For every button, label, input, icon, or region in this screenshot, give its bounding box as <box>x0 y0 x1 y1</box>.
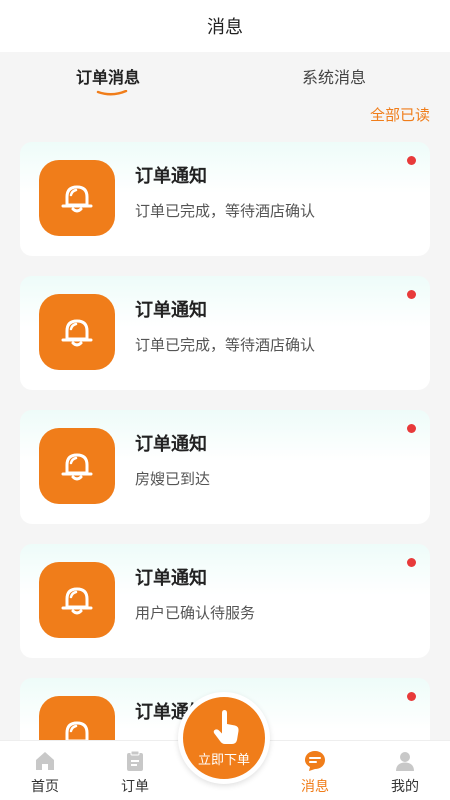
place-order-button[interactable]: 立即下单 <box>178 692 270 784</box>
unread-dot <box>407 290 416 299</box>
unread-dot <box>407 692 416 701</box>
tab-system-messages[interactable]: 系统消息 <box>302 64 366 88</box>
bell-icon <box>61 319 93 347</box>
notification-icon-box <box>39 696 115 740</box>
user-icon <box>396 752 414 771</box>
home-icon <box>36 752 54 770</box>
bell-icon <box>61 185 93 213</box>
notification-icon-box <box>39 562 115 638</box>
message-description: 订单已完成，等待酒店确认 <box>135 202 316 220</box>
tap-hand-icon <box>213 710 239 744</box>
tabbar-label: 首页 <box>31 779 59 795</box>
tabbar-item-home[interactable]: 首页 <box>10 741 80 800</box>
place-order-label: 立即下单 <box>197 753 250 768</box>
notification-icon-box <box>39 428 115 504</box>
message-title: 订单通知 <box>135 568 207 589</box>
unread-dot <box>407 156 416 165</box>
message-description: 用户已确认待服务 <box>135 604 256 622</box>
tabbar-item-orders[interactable]: 订单 <box>100 741 170 800</box>
message-title: 订单通知 <box>135 166 207 187</box>
message-description: 订单已完成，等待酒店确认 <box>135 336 316 354</box>
page-header: 消息 <box>0 0 450 52</box>
message-icon <box>305 751 325 771</box>
tabbar-label: 我的 <box>391 779 419 795</box>
message-tabs: 订单消息 系统消息 <box>0 52 450 98</box>
message-card[interactable]: 订单通知 订单已完成，等待酒店确认 <box>20 276 430 390</box>
tabbar-label: 订单 <box>121 779 149 795</box>
notification-icon-box <box>39 160 115 236</box>
bell-icon <box>61 453 93 481</box>
notification-icon-box <box>39 294 115 370</box>
unread-dot <box>407 424 416 433</box>
active-tab-indicator <box>96 90 128 96</box>
page-title: 消息 <box>207 17 243 38</box>
message-card[interactable]: 订单通知 订单已完成，等待酒店确认 <box>20 142 430 256</box>
bell-icon <box>65 721 89 740</box>
mark-all-read-button[interactable]: 全部已读 <box>370 104 430 125</box>
message-description: 房嫂已到达 <box>135 470 211 488</box>
message-list: 订单通知 订单已完成，等待酒店确认 订单通知 订单已完成，等待酒店确认 订单通知 <box>0 142 450 740</box>
message-title: 订单通知 <box>135 434 207 455</box>
message-card[interactable]: 订单通知 房嫂已到达 <box>20 410 430 524</box>
tab-order-messages[interactable]: 订单消息 <box>76 64 140 88</box>
message-title: 订单通知 <box>135 300 207 321</box>
clipboard-icon <box>127 750 143 771</box>
tabbar-item-messages[interactable]: 消息 <box>280 741 350 800</box>
tabbar-label: 消息 <box>301 779 329 795</box>
message-card[interactable]: 订单通知 用户已确认待服务 <box>20 544 430 658</box>
bell-icon <box>61 587 93 615</box>
tabbar-item-profile[interactable]: 我的 <box>370 741 440 800</box>
unread-dot <box>407 558 416 567</box>
